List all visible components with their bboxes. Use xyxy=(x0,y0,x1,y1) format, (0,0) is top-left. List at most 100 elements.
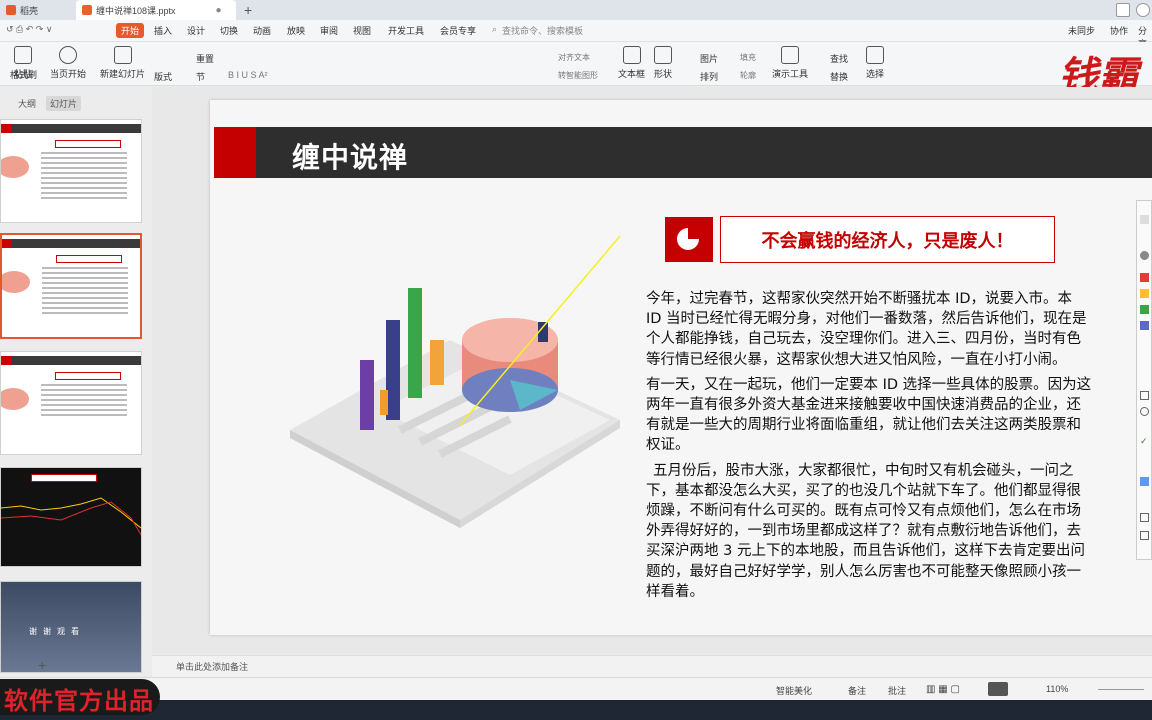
convert-smartart-button[interactable]: 转智能图形 xyxy=(558,70,598,81)
paragraph: 有一天，又在一起玩，他们一定要本 ID 选择一些具体的股票。因为这两年一直有很多… xyxy=(646,376,1092,454)
command-search[interactable]: 查找命令、搜索模板 xyxy=(502,24,583,37)
search-icon[interactable]: ⌕ xyxy=(492,24,497,35)
close-icon[interactable]: ● xyxy=(216,5,222,16)
tab-outline[interactable]: 大纲 xyxy=(18,97,36,110)
menu-transition[interactable]: 切换 xyxy=(220,24,238,37)
select-icon xyxy=(866,46,884,64)
menu-member[interactable]: 会员专享 xyxy=(440,24,476,37)
tab-slides[interactable]: 幻灯片 xyxy=(46,96,82,111)
tab-label: 缠中说禅108课.pptx xyxy=(96,5,176,16)
add-slide-icon[interactable]: + xyxy=(38,657,46,673)
slide-thumbnail[interactable] xyxy=(0,119,142,223)
paragraph: 今年，过完春节，这帮家伙突然开始不断骚扰本 ID，说要入市。本 ID 当时已经忙… xyxy=(646,291,1087,368)
slide-body[interactable]: 今年，过完春节，这帮家伙突然开始不断骚扰本 ID，说要入市。本 ID 当时已经忙… xyxy=(646,289,1092,607)
reset-button[interactable]: 重置 xyxy=(196,52,214,65)
view-mode-icons[interactable]: ▥ ▦ ▢ xyxy=(926,684,960,695)
tab-bar: 稻壳 缠中说禅108课.pptx ● + xyxy=(0,0,1152,20)
isometric-chart-illustration xyxy=(290,235,621,528)
menu-slideshow[interactable]: 放映 xyxy=(287,24,305,37)
play-from-current-button[interactable]: 当页开始 xyxy=(50,46,86,80)
tab-daoke[interactable]: 稻壳 xyxy=(0,0,68,20)
tab-label: 稻壳 xyxy=(20,5,39,16)
slide[interactable]: 缠中说禅 不会赢钱的经济人，只是废人！ 今年，过完春节，这帮家伙突然开始不断骚扰… xyxy=(210,100,1152,635)
align-text-button[interactable]: 对齐文本 xyxy=(558,52,590,63)
tool-icon[interactable] xyxy=(1140,215,1149,224)
stock-chart-thumbnail xyxy=(1,497,141,536)
slide-thumbnail[interactable]: 谢谢观看 xyxy=(0,581,142,673)
notes-toggle-button[interactable]: 备注 xyxy=(848,684,866,697)
select-button[interactable]: 选择 xyxy=(866,46,884,80)
play-slideshow-button[interactable] xyxy=(988,682,1008,696)
menu-home[interactable]: 开始 xyxy=(116,23,145,38)
new-slide-label: 新建幻灯片 xyxy=(100,69,146,79)
outline-button[interactable]: 轮廓 xyxy=(740,70,756,81)
select-label: 选择 xyxy=(866,69,885,79)
title-accent xyxy=(214,127,256,178)
new-tab-icon[interactable]: + xyxy=(244,2,252,18)
new-slide-button[interactable]: 新建幻灯片 xyxy=(100,46,145,80)
print-icon[interactable] xyxy=(1140,531,1149,540)
slide-thumbnail[interactable] xyxy=(0,467,142,567)
present-tool-label: 演示工具 xyxy=(772,69,809,79)
comments-button[interactable]: 批注 xyxy=(888,684,906,697)
ellipse-icon[interactable] xyxy=(1140,407,1149,416)
replace-button[interactable]: 替换 xyxy=(830,70,848,83)
shape-label: 形状 xyxy=(654,69,673,79)
shape-button[interactable]: 形状 xyxy=(654,46,672,80)
avatar[interactable] xyxy=(1136,3,1150,17)
new-slide-icon xyxy=(113,46,132,64)
paragraph: 五月份后，股市大涨，大家都很忙，中旬时又有机会碰头，一问之下，基本都没怎么大买，… xyxy=(646,462,1085,600)
watermark-badge: 软件官方出品 xyxy=(0,679,160,715)
play-icon xyxy=(59,46,77,64)
present-tool-icon xyxy=(781,46,799,64)
collab-button[interactable]: 协作 xyxy=(1110,24,1128,37)
zoom-level[interactable]: 110% xyxy=(1046,684,1068,694)
notes-bar[interactable]: 单击此处添加备注 xyxy=(152,655,1152,677)
notes-placeholder: 单击此处添加备注 xyxy=(176,662,249,672)
plus-icon[interactable] xyxy=(1140,477,1149,486)
window-layout-icon[interactable] xyxy=(1116,3,1130,17)
smart-beautify-button[interactable]: 智能美化 xyxy=(776,684,812,697)
textbox-label: 文本框 xyxy=(618,69,646,79)
watermark-text: 软件官方出品 xyxy=(4,687,154,715)
fill-button[interactable]: 填充 xyxy=(740,52,756,63)
blue-swatch-icon[interactable] xyxy=(1140,321,1149,330)
slide-title[interactable]: 缠中说禅 xyxy=(292,136,408,176)
menu-design[interactable]: 设计 xyxy=(187,24,205,37)
rectangle-icon[interactable] xyxy=(1140,391,1149,400)
menu-developer[interactable]: 开发工具 xyxy=(388,24,424,37)
right-toolbar: ✓ xyxy=(1136,200,1152,560)
play-label: 当页开始 xyxy=(50,69,87,79)
daoke-icon xyxy=(6,5,16,15)
yellow-swatch-icon[interactable] xyxy=(1140,289,1149,298)
slide-thumbnail-selected[interactable] xyxy=(0,233,142,339)
layout-button[interactable]: 版式 xyxy=(154,70,172,83)
menu-animation[interactable]: 动画 xyxy=(253,24,271,37)
green-swatch-icon[interactable] xyxy=(1140,305,1149,314)
slide-thumbnail[interactable] xyxy=(0,351,142,455)
textbox-icon xyxy=(622,46,641,64)
pen-icon[interactable] xyxy=(1140,251,1149,260)
present-tool-button[interactable]: 演示工具 xyxy=(772,46,808,80)
section-button[interactable]: 节 xyxy=(196,70,205,83)
menu-review[interactable]: 审阅 xyxy=(320,24,338,37)
copy-icon[interactable] xyxy=(1140,513,1149,522)
sync-status[interactable]: 未同步 xyxy=(1068,24,1095,37)
menu-view[interactable]: 视图 xyxy=(353,24,371,37)
zoom-slider[interactable] xyxy=(1098,689,1144,690)
arrange-button[interactable]: 排列 xyxy=(700,70,718,83)
font-format-icons[interactable]: B I U S A² xyxy=(228,70,268,80)
red-swatch-icon[interactable] xyxy=(1140,273,1149,282)
menu-insert[interactable]: 插入 xyxy=(154,24,172,37)
find-button[interactable]: 查找 xyxy=(830,52,848,65)
check-icon[interactable]: ✓ xyxy=(1140,437,1149,446)
subtitle-box[interactable]: 不会赢钱的经济人，只是废人！ xyxy=(720,216,1055,263)
taskbar xyxy=(0,700,1152,720)
tab-document[interactable]: 缠中说禅108课.pptx ● xyxy=(76,0,236,20)
format-painter-button[interactable]: 格式刷 xyxy=(10,68,37,81)
status-bar: 智能美化 备注 批注 ▥ ▦ ▢ 110% xyxy=(0,677,1152,700)
quick-access-icons[interactable]: ↺ ⎙ ↶ ↷ ∨ xyxy=(6,24,52,35)
picture-button[interactable]: 图片 xyxy=(700,52,718,65)
paste-icon xyxy=(14,46,32,64)
textbox-button[interactable]: 文本框 xyxy=(618,46,645,80)
